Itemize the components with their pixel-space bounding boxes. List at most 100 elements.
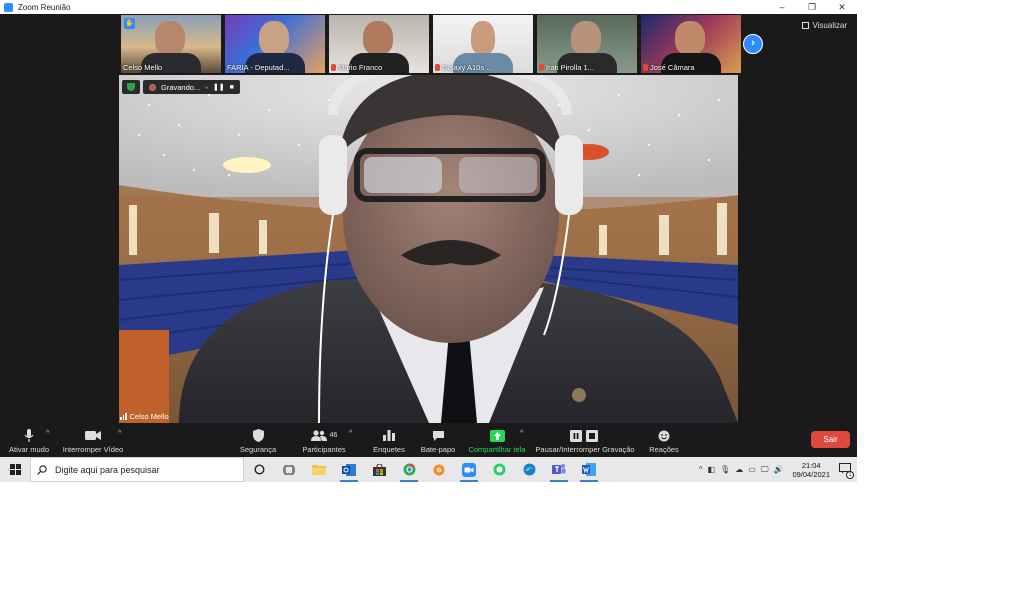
participant-face: [155, 21, 185, 55]
participants-button-label: Participantes: [302, 445, 346, 454]
close-button[interactable]: ✕: [827, 0, 857, 14]
shield-icon: [252, 429, 264, 442]
participant-tile[interactable]: José Câmara: [641, 15, 741, 73]
cortana-icon[interactable]: [244, 457, 274, 482]
polls-button-label: Enquetes: [373, 445, 405, 454]
outlook-icon[interactable]: [334, 457, 364, 482]
microsoft-store-icon[interactable]: [364, 457, 394, 482]
participants-count: 46: [329, 432, 338, 439]
participant-name: Mario Franco: [338, 63, 383, 72]
window-title: Zoom Reunião: [18, 2, 71, 12]
stop-video-button[interactable]: Interromper Vídeo: [60, 426, 126, 456]
recording-dot-icon: [149, 83, 156, 91]
search-placeholder: Digite aqui para pesquisar: [55, 464, 160, 475]
show-hidden-icons-chevron-icon[interactable]: ^: [699, 465, 703, 474]
participant-name: Galaxy A10s ...: [442, 63, 493, 72]
pause-stop-recording-button[interactable]: Pausar/Interromper Gravação: [534, 426, 636, 456]
mic-muted-icon: [539, 64, 544, 71]
pause-stop-recording-label: Pausar/Interromper Gravação: [535, 445, 635, 454]
participant-tile[interactable]: Irati Pirolla 1...: [537, 15, 637, 73]
title-bar: Zoom Reunião – ❐ ✕: [0, 0, 857, 14]
participants-icon: 46: [310, 429, 338, 442]
security-button[interactable]: Segurança: [238, 426, 278, 456]
active-speaker-label: Celso Mello: [120, 412, 169, 421]
share-options-chevron-icon[interactable]: ^: [520, 430, 523, 437]
windows-start-icon[interactable]: [0, 457, 30, 482]
recording-label: Gravando...: [161, 82, 201, 92]
view-button-label: Visualizar: [812, 21, 847, 30]
video-options-chevron-icon[interactable]: ^: [118, 430, 121, 437]
chrome-icon[interactable]: [394, 457, 424, 482]
windows-taskbar: Digite aqui para pesquisar ^ ◧ 🎙 ☁ ▭ 🖵 🔊…: [0, 457, 857, 482]
meet-now-icon[interactable]: ◧: [707, 465, 715, 474]
smiley-icon: [658, 429, 670, 442]
participant-name: Irati Pirolla 1...: [546, 63, 594, 72]
encryption-shield-icon[interactable]: [122, 80, 140, 94]
microphone-icon: [24, 429, 34, 442]
video-camera-icon: [85, 429, 101, 442]
stop-video-button-label: Interromper Vídeo: [62, 445, 124, 454]
participant-tile[interactable]: Galaxy A10s ...: [433, 15, 533, 73]
volume-icon[interactable]: 🔊: [773, 465, 783, 474]
taskbar-search-input[interactable]: Digite aqui para pesquisar: [30, 457, 244, 482]
zoom-app-icon: [4, 2, 13, 12]
security-button-label: Segurança: [239, 445, 277, 454]
stop-recording-icon[interactable]: ■: [230, 84, 234, 91]
leave-meeting-button[interactable]: Sair: [811, 431, 850, 448]
file-explorer-icon[interactable]: [304, 457, 334, 482]
whatsapp-icon[interactable]: [484, 457, 514, 482]
participant-face: [571, 21, 601, 55]
share-screen-button-label: Compartilhar tela: [468, 445, 526, 454]
maximize-button[interactable]: ❐: [797, 0, 827, 14]
participant-face: [675, 21, 705, 55]
mic-muted-icon: [331, 64, 336, 71]
battery-icon[interactable]: ▭: [748, 465, 756, 474]
chat-bubble-icon: [432, 429, 445, 442]
next-page-arrow-icon[interactable]: ›: [743, 34, 763, 54]
grid-view-icon: [802, 22, 810, 29]
participant-tile[interactable]: ✋ Celso Mello: [121, 15, 221, 73]
share-screen-icon: [489, 429, 505, 442]
participant-face: [259, 21, 289, 55]
pause-recording-icon[interactable]: ❚❚: [213, 83, 225, 91]
audio-options-chevron-icon[interactable]: ^: [46, 430, 49, 437]
mic-muted-icon: [643, 64, 648, 71]
zoom-window: Zoom Reunião – ❐ ✕ Visualizar ✋ Celso Me…: [0, 0, 857, 482]
minimize-button[interactable]: –: [767, 0, 797, 14]
edge-icon[interactable]: [514, 457, 544, 482]
word-icon[interactable]: [574, 457, 604, 482]
signal-strength-icon: [120, 413, 127, 420]
zoom-icon[interactable]: [454, 457, 484, 482]
recording-pill: Gravando... ▪ ❚❚ ■: [143, 80, 240, 94]
participant-tile[interactable]: Mario Franco: [329, 15, 429, 73]
teams-icon[interactable]: [544, 457, 574, 482]
active-speaker-video: [119, 75, 738, 423]
polls-button[interactable]: Enquetes: [370, 426, 408, 456]
microphone-in-use-icon[interactable]: 🎙: [720, 465, 730, 474]
task-view-icon[interactable]: [274, 457, 304, 482]
window-controls: – ❐ ✕: [767, 0, 857, 14]
share-screen-button[interactable]: Compartilhar tela: [466, 426, 528, 456]
notifications-icon[interactable]: 1: [839, 463, 854, 479]
brave-icon[interactable]: [424, 457, 454, 482]
participant-face: [471, 21, 495, 55]
participant-tile[interactable]: FARIA - Deputad...: [225, 15, 325, 73]
pause-stop-icon: [570, 429, 600, 442]
system-tray: ^ ◧ 🎙 ☁ ▭ 🖵 🔊 21:04 09/04/2021 1: [699, 457, 857, 482]
network-icon[interactable]: 🖵: [761, 465, 769, 475]
reactions-button[interactable]: Reações: [646, 426, 682, 456]
participants-button[interactable]: 46 Participantes: [300, 426, 348, 456]
speaker-video-frame: [119, 75, 738, 423]
participants-options-chevron-icon[interactable]: ^: [349, 430, 352, 437]
onedrive-icon[interactable]: ☁: [735, 465, 743, 474]
raise-hand-icon: ✋: [124, 18, 135, 29]
participant-face: [363, 21, 393, 55]
chat-button-label: Bate-papo: [420, 445, 456, 454]
meeting-controls-toolbar: Ativar mudo ^ Interromper Vídeo ^ Segura…: [0, 426, 857, 456]
mute-button-label: Ativar mudo: [8, 445, 50, 454]
view-button[interactable]: Visualizar: [802, 21, 847, 30]
taskbar-clock[interactable]: 21:04 09/04/2021: [792, 461, 830, 479]
chat-button[interactable]: Bate-papo: [418, 426, 458, 456]
notification-count: 1: [846, 471, 854, 479]
search-icon: [37, 464, 47, 475]
